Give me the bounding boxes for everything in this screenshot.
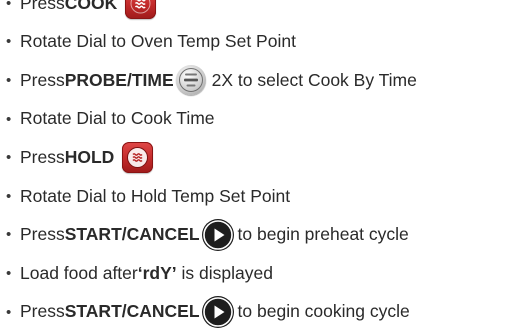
start-cancel-play-icon [201, 296, 234, 329]
step-text: Press [20, 69, 65, 90]
bullet: • [6, 110, 12, 128]
step-text: is displayed [176, 262, 273, 283]
hold-button-icon [122, 142, 154, 174]
bullet: • [6, 226, 12, 244]
step-text: Rotate Dial to Cook Time [20, 108, 215, 129]
step-text: Press [20, 0, 65, 13]
step-text: Press [20, 224, 65, 245]
step-text: Rotate Dial to Hold Temp Set Point [20, 185, 291, 206]
step-rotate-oven-temp: • Rotate Dial to Oven Temp Set Point [0, 23, 517, 62]
bullet: • [6, 0, 12, 12]
step-press-start-cooking: • Press START/CANCEL to begin cooking cy… [0, 293, 517, 332]
step-key-label: COOK [64, 0, 118, 13]
step-text: Rotate Dial to Oven Temp Set Point [20, 31, 296, 52]
step-key-label: HOLD [64, 146, 115, 167]
step-load-food: • Load food after ‘rdY’ is displayed [0, 254, 517, 293]
bullet: • [6, 149, 12, 167]
instruction-list: • Press COOK • Rotate Dial to Oven Temp … [0, 0, 517, 331]
probe-time-button-icon [175, 65, 206, 96]
step-text: Press [20, 301, 65, 322]
bullet: • [6, 264, 12, 282]
step-text: to begin cooking cycle [237, 301, 410, 322]
step-key-label: START/CANCEL [64, 301, 200, 322]
display-code: ‘rdY’ [137, 262, 177, 283]
bullet: • [6, 71, 12, 89]
step-rotate-hold-temp: • Rotate Dial to Hold Temp Set Point [0, 177, 517, 216]
step-press-start-preheat: • Press START/CANCEL to begin preheat cy… [0, 216, 517, 255]
step-press-probe-time: • Press PROBE/TIME 2X to select Cook By … [0, 61, 517, 100]
step-text: Press [20, 146, 65, 167]
start-cancel-play-icon [201, 218, 234, 251]
step-text: 2X to select Cook By Time [211, 69, 417, 90]
cook-button-icon [125, 0, 157, 19]
step-text: to begin preheat cycle [237, 224, 409, 245]
bullet: • [6, 303, 12, 321]
step-key-label: PROBE/TIME [64, 69, 174, 90]
bullet: • [6, 33, 12, 51]
step-press-cook: • Press COOK [0, 0, 517, 23]
step-key-label: START/CANCEL [64, 224, 200, 245]
step-text: Load food after [20, 262, 138, 283]
step-rotate-cook-time: • Rotate Dial to Cook Time [0, 100, 517, 139]
bullet: • [6, 187, 12, 205]
step-press-hold: • Press HOLD [0, 138, 517, 177]
